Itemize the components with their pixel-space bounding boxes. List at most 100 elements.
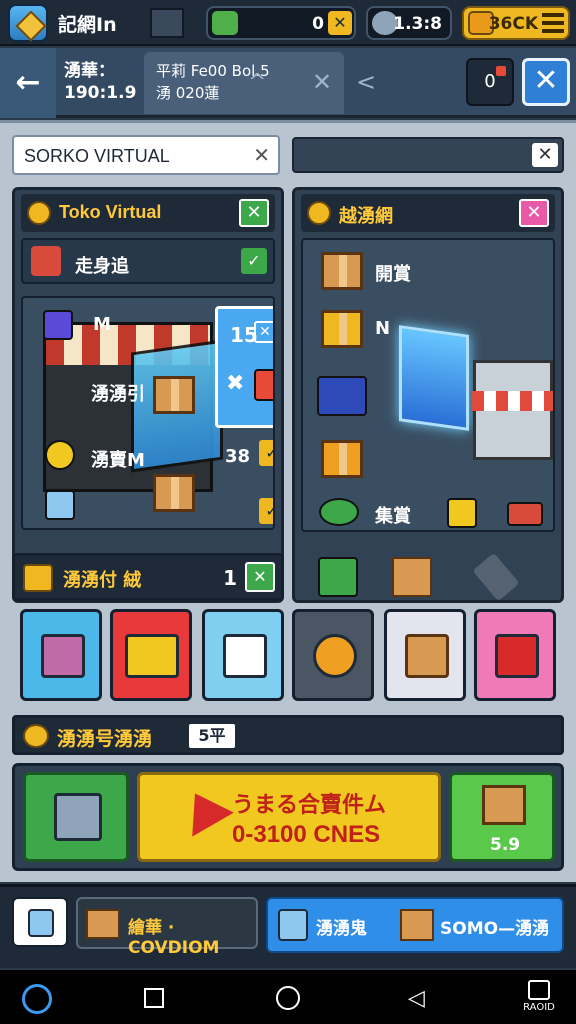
panel-title-bar: 越湧網 ✕ xyxy=(301,194,555,232)
menu-label: RAOID xyxy=(523,1002,555,1013)
active-tab[interactable]: 平莉 Fe00 Bol.5 湧 020蓮 ^ ✕ xyxy=(144,52,344,114)
strip-deco: 絨 xyxy=(123,570,142,591)
back-button[interactable]: ← xyxy=(0,48,56,118)
action-label-1: 湧湧鬼 xyxy=(316,919,367,939)
tile-truck[interactable] xyxy=(110,609,192,701)
stock-strip: 湧湧付 絨 1 ✕ xyxy=(12,553,284,601)
system-nav-bar: ◁ RAOID xyxy=(0,970,576,1024)
box-icon[interactable] xyxy=(321,310,363,348)
action-label-2: SOMO—湧湧 xyxy=(440,919,550,939)
notification-button[interactable]: 0 xyxy=(466,58,514,106)
coin-icon xyxy=(23,724,49,748)
jar-icon xyxy=(313,634,357,678)
smiley-icon xyxy=(45,440,75,470)
inventory-label: 繪華 · COVDIOM xyxy=(128,918,220,958)
check-button[interactable]: ✓ xyxy=(241,248,267,274)
box-icon[interactable] xyxy=(321,252,363,290)
gold-resource[interactable]: 36CK xyxy=(462,6,570,40)
stock-check[interactable]: ✓ xyxy=(259,440,273,466)
item-label-1: 開賞 xyxy=(375,264,411,285)
tile-box[interactable] xyxy=(384,609,466,701)
gift-icon xyxy=(447,498,477,528)
cash-icon xyxy=(212,11,238,35)
item-tiles xyxy=(12,609,564,705)
scene-label-m: M xyxy=(93,314,111,335)
jar-icon xyxy=(254,369,273,401)
box-stack-icon xyxy=(482,785,526,825)
toko-virtual-panel: Toko Virtual ✕ 走身追 ✓ M 湧湧引 湧賣M 15 ✕ ✖ 38 xyxy=(12,187,284,603)
item-label-2: N xyxy=(375,318,391,339)
panel-title-button[interactable]: ✕ xyxy=(519,199,549,227)
strip-check-button[interactable]: ✕ xyxy=(245,562,275,592)
bottom-check[interactable]: ✓ xyxy=(259,498,273,524)
prev-arrow-icon[interactable]: < xyxy=(356,68,376,96)
secondary-search-input[interactable]: ✕ xyxy=(292,137,564,173)
app-logo-icon[interactable] xyxy=(8,4,48,42)
jar-button[interactable] xyxy=(12,897,68,947)
right-panel: 越湧網 ✕ 開賞 N 集賞 xyxy=(292,187,564,603)
item-label-3: 集賞 xyxy=(375,506,411,527)
header: ← 湧華： 190:1.9 平莉 Fe00 Bol.5 湧 020蓮 ^ ✕ <… xyxy=(0,48,576,118)
search-input[interactable]: SORKO VIRTUAL ✕ xyxy=(12,135,280,175)
store-scene: M 湧湧引 湧賣M 15 ✕ ✖ 38 ✓ ✓ xyxy=(21,296,275,530)
panel-title-button[interactable]: ✕ xyxy=(239,199,269,227)
assistant-icon[interactable] xyxy=(22,984,52,1014)
box-icon[interactable] xyxy=(321,440,363,478)
case-icon xyxy=(507,502,543,526)
game-screen: 記網In 0 ✕ 1.3:8 36CK ← 湧華： 190:1.9 平莉 Fe0… xyxy=(0,0,576,1024)
panel-title-bar: Toko Virtual ✕ xyxy=(21,194,275,232)
offer-left-button[interactable] xyxy=(23,772,129,862)
tile-shop[interactable] xyxy=(20,609,102,701)
add-cash-button[interactable]: ✕ xyxy=(328,11,352,35)
strip-number: 1 xyxy=(223,566,237,590)
tile-jar[interactable] xyxy=(292,609,374,701)
panel-title: Toko Virtual xyxy=(59,202,162,222)
back-nav-button[interactable]: ◁ xyxy=(408,986,425,1011)
box-icon[interactable] xyxy=(392,557,432,597)
tile-bag[interactable] xyxy=(202,609,284,701)
bowl-icon xyxy=(319,498,359,526)
menu-button[interactable]: RAOID xyxy=(516,978,562,1018)
gear-resource[interactable]: 1.3:8 xyxy=(366,6,452,40)
selected-item-card[interactable]: 15 ✕ ✖ xyxy=(215,306,273,428)
shop-actions-button[interactable]: 湧湧鬼 SOMO—湧湧 xyxy=(266,897,564,953)
category-icon xyxy=(307,201,331,225)
clear-secondary-icon[interactable]: ✕ xyxy=(532,143,558,167)
close-button[interactable]: ✕ xyxy=(522,58,570,106)
list-item[interactable]: 走身追 ✓ xyxy=(21,238,275,284)
store-name: 湧華： 190:1.9 xyxy=(64,60,136,104)
gear-value: 1.3:8 xyxy=(393,14,442,34)
box-icon[interactable] xyxy=(153,376,195,414)
offer-main-button[interactable]: うまる合賣件ム 0-3100 CNES xyxy=(137,772,441,862)
inventory-button[interactable]: 繪華 · COVDIOM xyxy=(76,897,258,958)
tile-case[interactable] xyxy=(474,609,556,701)
chevron-up-icon[interactable]: ^ xyxy=(248,70,266,95)
book-icon xyxy=(43,310,73,340)
flag-icon[interactable] xyxy=(150,8,184,38)
counter-icon xyxy=(317,376,367,416)
shop-building xyxy=(472,360,553,460)
offers-title: 湧湧号湧湧 xyxy=(57,728,153,750)
box-icon[interactable] xyxy=(153,474,195,512)
basket-icon xyxy=(31,246,61,276)
bag-icon xyxy=(223,634,267,678)
home-button[interactable] xyxy=(276,986,300,1010)
stock-count: 38 xyxy=(225,446,251,467)
tab-close-icon[interactable]: ✕ xyxy=(312,68,332,96)
store-name-line1: 湧華： xyxy=(64,61,115,81)
selected-close-icon[interactable]: ✕ xyxy=(254,321,273,343)
cup-icon xyxy=(278,909,308,941)
coin-icon xyxy=(27,201,51,225)
offer-line2: 0-3100 CNES xyxy=(232,821,381,848)
hologram-screen xyxy=(399,325,469,431)
shop-icon xyxy=(54,793,102,841)
clear-search-icon[interactable]: ✕ xyxy=(253,143,270,167)
offers-header: 湧湧号湧湧 5平 xyxy=(12,715,564,755)
recents-button[interactable] xyxy=(144,988,164,1008)
cash-value: 0 xyxy=(312,14,324,34)
trash-icon[interactable] xyxy=(318,557,358,597)
offer-right-button[interactable]: 5.9 xyxy=(449,772,555,862)
cash-resource[interactable]: 0 ✕ xyxy=(206,6,356,40)
jar-icon xyxy=(28,909,54,937)
menu-icon[interactable] xyxy=(542,13,564,33)
